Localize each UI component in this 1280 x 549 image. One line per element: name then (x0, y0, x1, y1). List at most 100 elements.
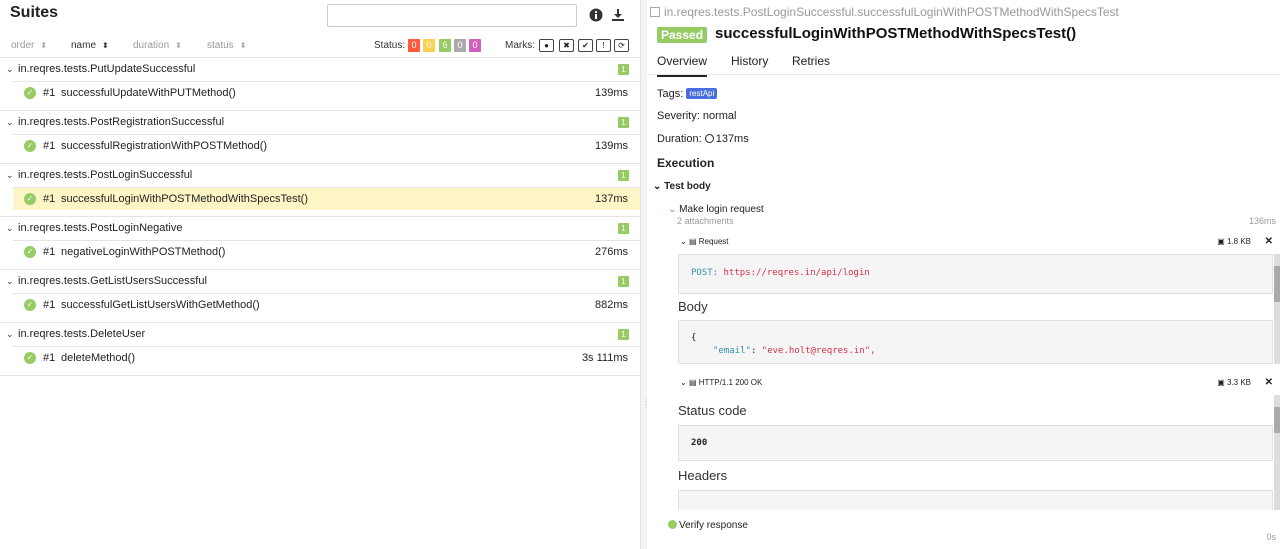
retries-icon[interactable]: ⟳ (614, 39, 629, 52)
tab-overview[interactable]: Overview (657, 54, 708, 77)
test-row[interactable]: ✓ #1 successfulRegistrationWithPOSTMethod(… (13, 134, 640, 157)
suite-count-badge: 1 (618, 117, 629, 128)
test-duration: 137ms (594, 193, 628, 205)
file-icon: ▤ (688, 237, 697, 246)
test-number: #1 (43, 299, 56, 311)
suite-group-header[interactable]: ⌄ in.reqres.tests.GetListUsersSuccessful 1 (0, 270, 640, 293)
step-make-login-request[interactable]: ⌄ Make login request (668, 204, 764, 215)
response-scrollbar[interactable] (1274, 395, 1280, 510)
test-row[interactable]: ✓ #1 successfulLoginWithPOSTMethodWithSpec… (13, 187, 640, 210)
headers-title: Headers (678, 468, 728, 483)
suite-group-header[interactable]: ⌄ in.reqres.tests.DeleteUser 1 (0, 323, 640, 346)
test-row[interactable]: ✓ #1 deleteMethod() 3s 111ms (13, 346, 640, 369)
suite-name: in.reqres.tests.DeleteUser (18, 328, 146, 340)
expand-icon[interactable]: ✕ (1265, 236, 1273, 247)
suite-count-badge: 1 (618, 276, 629, 287)
sort-duration[interactable]: duration ⬍ (133, 40, 182, 51)
scroll-thumb[interactable] (1274, 407, 1280, 433)
test-number: #1 (43, 87, 56, 99)
suite-group: ⌄ in.reqres.tests.PostLoginSuccessful 1 ✓ #1… (0, 164, 640, 217)
execution-heading: Execution (657, 156, 715, 170)
sort-status-label: status (207, 40, 234, 51)
scroll-thumb[interactable] (1274, 266, 1280, 302)
new-failed-icon[interactable]: ✖ (559, 39, 574, 52)
test-duration: 139ms (594, 140, 628, 152)
status-code-title: Status code (678, 403, 747, 418)
test-name: successfulUpdateWithPUTMethod() (61, 87, 236, 99)
suite-group: ⌄ in.reqres.tests.PostLoginNegative 1 ✓ #1 ne… (0, 217, 640, 270)
passed-icon: ✓ (24, 140, 36, 152)
chevron-down-icon: ⌄ (6, 223, 14, 233)
status-passed-toggle[interactable]: 6 (439, 39, 451, 52)
download-icon[interactable] (611, 8, 625, 22)
info-icon[interactable] (589, 8, 603, 22)
suite-group-header[interactable]: ⌄ in.reqres.tests.PutUpdateSuccessful 1 (0, 58, 640, 81)
save-icon[interactable]: ▣ (1217, 237, 1225, 246)
new-broken-icon[interactable]: ! (596, 39, 611, 52)
flaky-icon[interactable]: ● (539, 39, 554, 52)
search-input[interactable] (327, 4, 577, 27)
tab-retries[interactable]: Retries (792, 54, 830, 68)
chevron-down-icon: ⌄ (680, 378, 687, 387)
status-skipped-toggle[interactable]: 0 (454, 39, 466, 52)
suite-group-header[interactable]: ⌄ in.reqres.tests.PostLoginSuccessful 1 (0, 164, 640, 187)
sort-arrows-icon: ⬍ (102, 41, 109, 50)
suite-group-header[interactable]: ⌄ in.reqres.tests.PostRegistrationSuccess… (0, 111, 640, 134)
suite-group: ⌄ in.reqres.tests.PutUpdateSuccessful 1 ✓ #1… (0, 58, 640, 111)
suite-group-header[interactable]: ⌄ in.reqres.tests.PostLoginNegative 1 (0, 217, 640, 240)
expand-icon[interactable]: ✕ (1265, 377, 1273, 388)
status-failed-toggle[interactable]: 0 (408, 39, 420, 52)
status-code-block: 200 (678, 425, 1273, 461)
suite-group: ⌄ in.reqres.tests.GetListUsersSuccessful 1… (0, 270, 640, 323)
sort-name-label: name (71, 40, 97, 51)
breadcrumb-text: in.reqres.tests.PostLoginSuccessful.succ… (664, 5, 1119, 19)
status-unknown-toggle[interactable]: 0 (469, 39, 481, 52)
suite-name: in.reqres.tests.GetListUsersSuccessful (18, 275, 207, 287)
test-duration: 276ms (594, 246, 628, 258)
test-row[interactable]: ✓ #1 negativeLoginWithPOSTMethod() 276ms (13, 240, 640, 263)
tab-history[interactable]: History (731, 54, 768, 68)
verify-duration: 0s (1266, 532, 1276, 542)
sort-name[interactable]: name ⬍ (71, 40, 109, 51)
new-passed-icon[interactable]: ✔ (578, 39, 593, 52)
response-size-value: 3.3 KB (1226, 378, 1251, 387)
verify-label: Verify response (679, 520, 748, 531)
copy-icon[interactable] (650, 7, 660, 17)
chevron-down-icon: ⌄ (6, 64, 14, 74)
severity-text: Severity: normal (657, 110, 737, 122)
headers-block (678, 490, 1273, 510)
request-url: https://reqres.in/api/login (723, 268, 870, 278)
duration-value: 137ms (715, 133, 749, 145)
chevron-down-icon: ⌄ (6, 329, 14, 339)
step-duration: 136ms (1248, 216, 1276, 226)
chevron-down-icon: ⌄ (653, 181, 662, 192)
save-icon[interactable]: ▣ (1217, 378, 1225, 387)
attachment-request-header[interactable]: ⌄ ▤ Request ▣ 1.8 KB ✕ (680, 236, 1277, 251)
attachments-count: 2 attachments (677, 216, 734, 226)
attachment-response-header[interactable]: ⌄ ▤ HTTP/1.1 200 OK ▣ 3.3 KB ✕ (680, 377, 1277, 392)
sort-order[interactable]: order ⬍ (11, 40, 47, 51)
body-key: "email" (713, 346, 751, 356)
test-number: #1 (43, 140, 56, 152)
body-value: "eve.holt@reqres.in", (761, 346, 876, 356)
test-body-label: Test body (664, 181, 711, 192)
sort-arrows-icon: ⬍ (40, 41, 48, 50)
step-verify-response[interactable]: Verify response (668, 520, 748, 531)
chevron-down-icon: ⌄ (6, 170, 14, 180)
request-body-block: { "email": "eve.holt@reqres.in", (678, 320, 1273, 364)
body-brace: { (691, 333, 697, 343)
sort-status[interactable]: status ⬍ (207, 40, 246, 51)
suite-count-badge: 1 (618, 329, 629, 340)
test-row[interactable]: ✓ #1 successfulGetListUsersWithGetMethod()… (13, 293, 640, 316)
test-body-toggle[interactable]: ⌄ Test body (653, 181, 711, 192)
tag-badge[interactable]: restApi (686, 88, 718, 99)
request-scrollbar[interactable] (1274, 254, 1280, 364)
breadcrumb[interactable]: in.reqres.tests.PostLoginSuccessful.succ… (650, 5, 1119, 19)
page-title: successfulLoginWithPOSTMethodWithSpecsTe… (715, 25, 1077, 42)
status-broken-toggle[interactable]: 0 (423, 39, 435, 52)
test-number: #1 (43, 193, 56, 205)
status-filter-label: Status: (374, 40, 406, 51)
test-row[interactable]: ✓ #1 successfulUpdateWithPUTMethod() 139ms (13, 81, 640, 104)
test-name: successfulGetListUsersWithGetMethod() (61, 299, 260, 311)
test-name: negativeLoginWithPOSTMethod() (61, 246, 226, 258)
